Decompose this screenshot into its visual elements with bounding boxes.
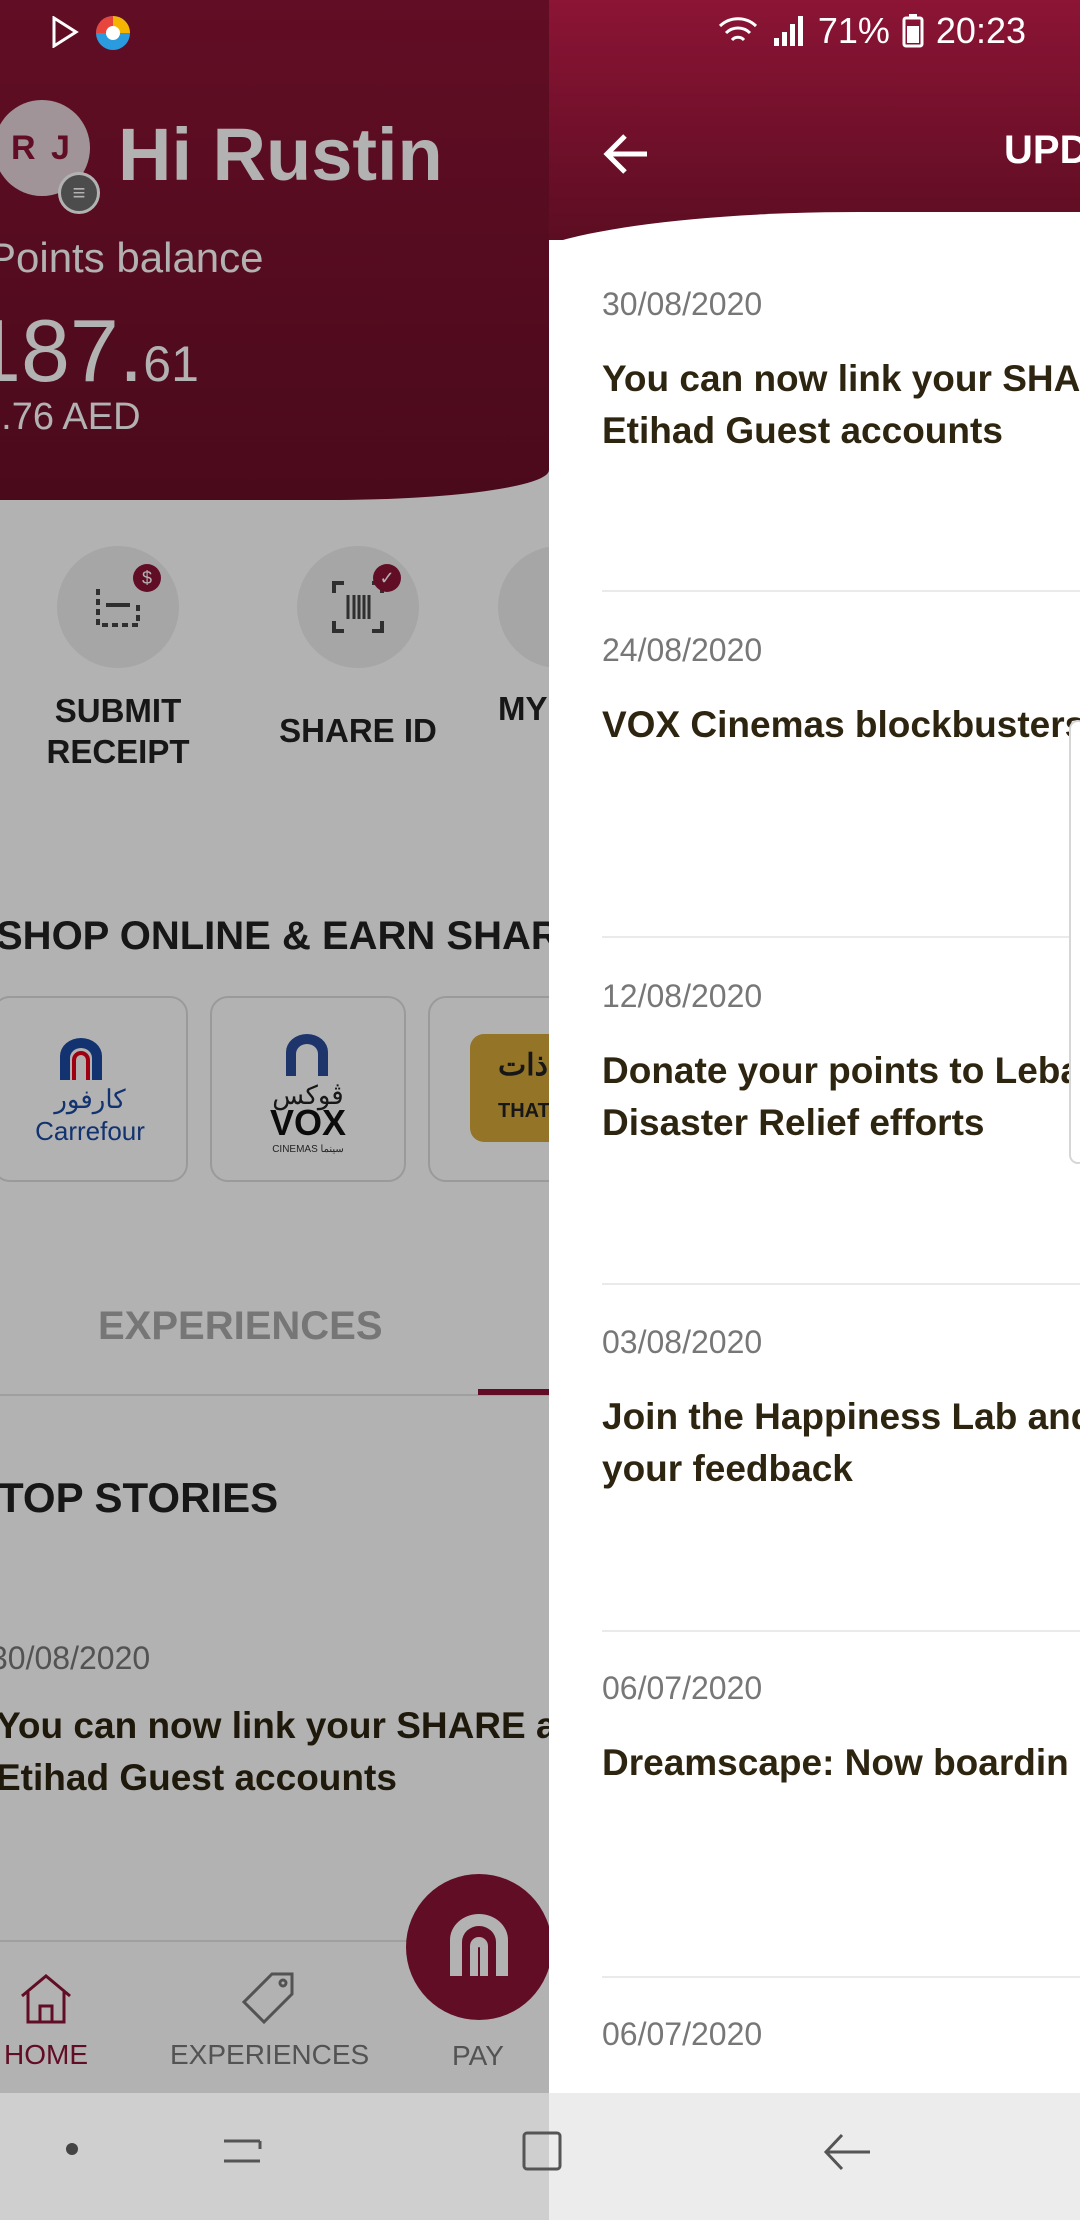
dim-overlay[interactable] [0,0,549,2093]
scrollbar[interactable] [1069,720,1080,1164]
battery-percent: 71% [817,10,890,51]
update-title: Donate your points to Leba Disaster Relie… [602,1050,1080,1143]
divider [602,590,1080,592]
update-item[interactable]: 06/07/2020 [602,2016,1080,2053]
play-store-icon [52,16,79,48]
update-item[interactable]: 24/08/2020 VOX Cinemas blockbusters [602,632,1080,751]
wifi-icon [718,17,757,42]
divider [602,936,1080,938]
update-item[interactable]: 30/08/2020 You can now link your SHA Etih… [602,286,1080,457]
updates-title: UPD [1004,128,1080,172]
update-title: Dreamscape: Now boardin [602,1742,1069,1783]
update-date: 03/08/2020 [602,1324,763,1360]
update-title: Join the Happiness Lab and your feedback [602,1396,1080,1489]
divider [602,1630,1080,1632]
system-nav-bar [0,2093,1080,2220]
dot-icon[interactable] [64,2141,80,2157]
update-date: 12/08/2020 [602,978,763,1014]
update-date: 06/07/2020 [602,1670,763,1706]
home-nav-icon[interactable] [518,2127,566,2175]
update-title: You can now link your SHA Etihad Guest ac… [602,358,1080,451]
home-screen: R J ≡ Hi Rustin Points balance 187.61 8.… [0,0,549,2093]
clock: 20:23 [935,10,1026,51]
back-nav-icon[interactable] [820,2129,874,2175]
signal-icon [773,16,803,46]
recents-icon[interactable] [218,2127,266,2175]
update-title: VOX Cinemas blockbusters [602,704,1080,745]
battery-icon [902,14,924,48]
update-date: 30/08/2020 [602,286,763,322]
update-date: 06/07/2020 [602,2016,763,2052]
update-item[interactable]: 03/08/2020 Join the Happiness Lab and you… [602,1324,1080,1495]
status-bar: 71% 20:23 [0,0,1080,66]
divider [602,1976,1080,1978]
update-item[interactable]: 06/07/2020 Dreamscape: Now boardin [602,1670,1080,1789]
updates-panel: UPD 30/08/2020 You can now link your SHA… [549,0,1080,2093]
update-date: 24/08/2020 [602,632,763,668]
divider [602,1283,1080,1285]
update-item[interactable]: 12/08/2020 Donate your points to Leba Dis… [602,978,1080,1149]
back-arrow-icon[interactable] [597,124,657,184]
browser-icon [96,16,130,50]
